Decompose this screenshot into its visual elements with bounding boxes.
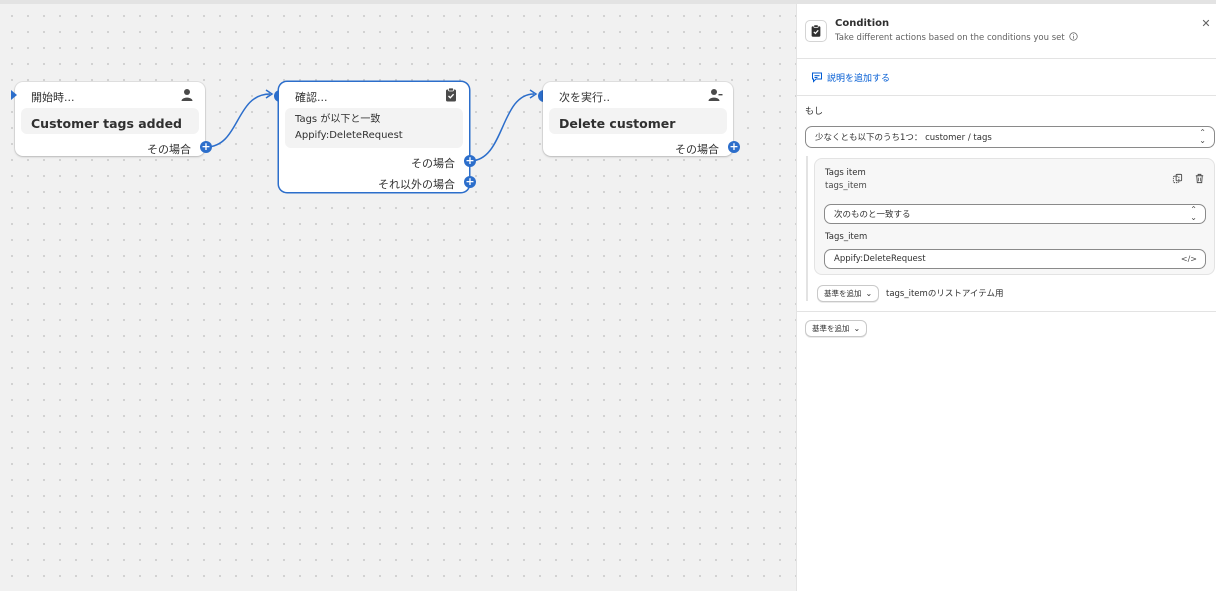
if-label: もし: [805, 107, 824, 117]
trigger-node[interactable]: 開始時... Customer tags added その場合: [11, 82, 205, 156]
select-chevron-icon: ⌃ ⌄: [1199, 128, 1206, 145]
workflow-canvas[interactable]: 開始時... Customer tags added その場合 + 確認... …: [0, 4, 796, 591]
connector-trigger-to-condition: [205, 93, 271, 148]
trigger-port-label: その場合: [147, 143, 191, 156]
panel-divider: [797, 311, 1216, 312]
add-criteria-outer-button[interactable]: 基準を追加 ⌄: [805, 320, 868, 337]
criteria-group-rail: [806, 156, 808, 301]
trash-icon[interactable]: [1194, 173, 1205, 184]
criteria-item-card: Tags item tags_item 次のものと一致する ⌃ ⌄ Tags_it…: [814, 158, 1215, 275]
person-remove-icon: [708, 89, 723, 101]
info-icon[interactable]: [1069, 32, 1079, 41]
clipboard-check-icon: [446, 87, 456, 102]
select-chevron-icon: ⌃ ⌄: [1190, 205, 1197, 222]
group-select-value: 少なくとも以下のうち1つ： customer / tags: [815, 133, 992, 143]
panel-subtitle: Take different actions based on the cond…: [835, 32, 1079, 43]
condition-true-add-button[interactable]: +: [464, 155, 476, 167]
panel-icon-box: [805, 20, 827, 42]
action-port-label: その場合: [675, 143, 719, 156]
condition-false-label: それ以外の場合: [378, 178, 455, 191]
item-subtitle: tags_item: [825, 181, 867, 191]
action-add-step-button[interactable]: +: [728, 141, 740, 153]
condition-body: Tags が以下と一致 Appify:DeleteRequest: [285, 108, 463, 148]
add-criteria-note: tags_itemのリストアイテム用: [886, 289, 1004, 299]
operator-select[interactable]: 次のものと一致する ⌃ ⌄: [824, 204, 1206, 224]
condition-panel: Condition Take different actions based o…: [796, 4, 1216, 591]
action-title: Delete customer: [559, 116, 676, 131]
item-title: Tags item: [825, 168, 866, 178]
trigger-add-step-button[interactable]: +: [200, 141, 212, 153]
add-criteria-inner-button[interactable]: 基準を追加 ⌄: [817, 285, 880, 302]
add-description-link[interactable]: 説明を追加する: [827, 71, 890, 84]
person-icon: [181, 89, 193, 101]
trigger-entry-marker: [11, 90, 17, 100]
condition-false-add-button[interactable]: +: [464, 176, 476, 188]
clipboard-check-icon: [811, 24, 821, 37]
panel-title: Condition: [835, 18, 890, 29]
condition-header: 確認...: [295, 91, 328, 104]
close-icon[interactable]: ✕: [1199, 17, 1213, 30]
chevron-down-icon: ⌄: [865, 289, 873, 298]
operator-select-value: 次のものと一致する: [834, 210, 911, 220]
chevron-down-icon: ⌄: [853, 324, 861, 333]
action-header: 次を実行..: [559, 91, 610, 104]
value-input-text: Appify:DeleteRequest: [834, 254, 926, 264]
condition-line-1: Tags が以下と一致: [295, 114, 381, 125]
condition-true-label: その場合: [411, 157, 455, 170]
group-select[interactable]: 少なくとも以下のうち1つ： customer / tags ⌃ ⌄: [805, 126, 1215, 148]
condition-line-2: Appify:DeleteRequest: [295, 130, 403, 141]
add-criteria-inner-label: 基準を追加: [824, 289, 862, 298]
code-icon[interactable]: </>: [1181, 255, 1197, 264]
value-field-label: Tags_item: [825, 232, 868, 242]
description-row: 説明を追加する: [797, 59, 1216, 96]
value-input[interactable]: Appify:DeleteRequest </>: [824, 249, 1206, 269]
action-node[interactable]: 次を実行.. Delete customer その場合: [543, 82, 733, 156]
action-body: Delete customer: [549, 108, 727, 134]
connector-condition-to-action: [469, 93, 535, 162]
duplicate-icon[interactable]: [1172, 173, 1183, 184]
trigger-header: 開始時...: [31, 91, 75, 104]
condition-node[interactable]: 確認... Tags が以下と一致 Appify:DeleteRequest そ…: [279, 82, 469, 192]
add-criteria-outer-label: 基準を追加: [812, 324, 850, 333]
panel-header: Condition Take different actions based o…: [797, 4, 1216, 59]
trigger-body: Customer tags added: [21, 108, 199, 134]
panel-subtitle-text: Take different actions based on the cond…: [835, 33, 1065, 43]
comment-add-icon: [812, 72, 822, 83]
trigger-title: Customer tags added: [31, 116, 183, 131]
